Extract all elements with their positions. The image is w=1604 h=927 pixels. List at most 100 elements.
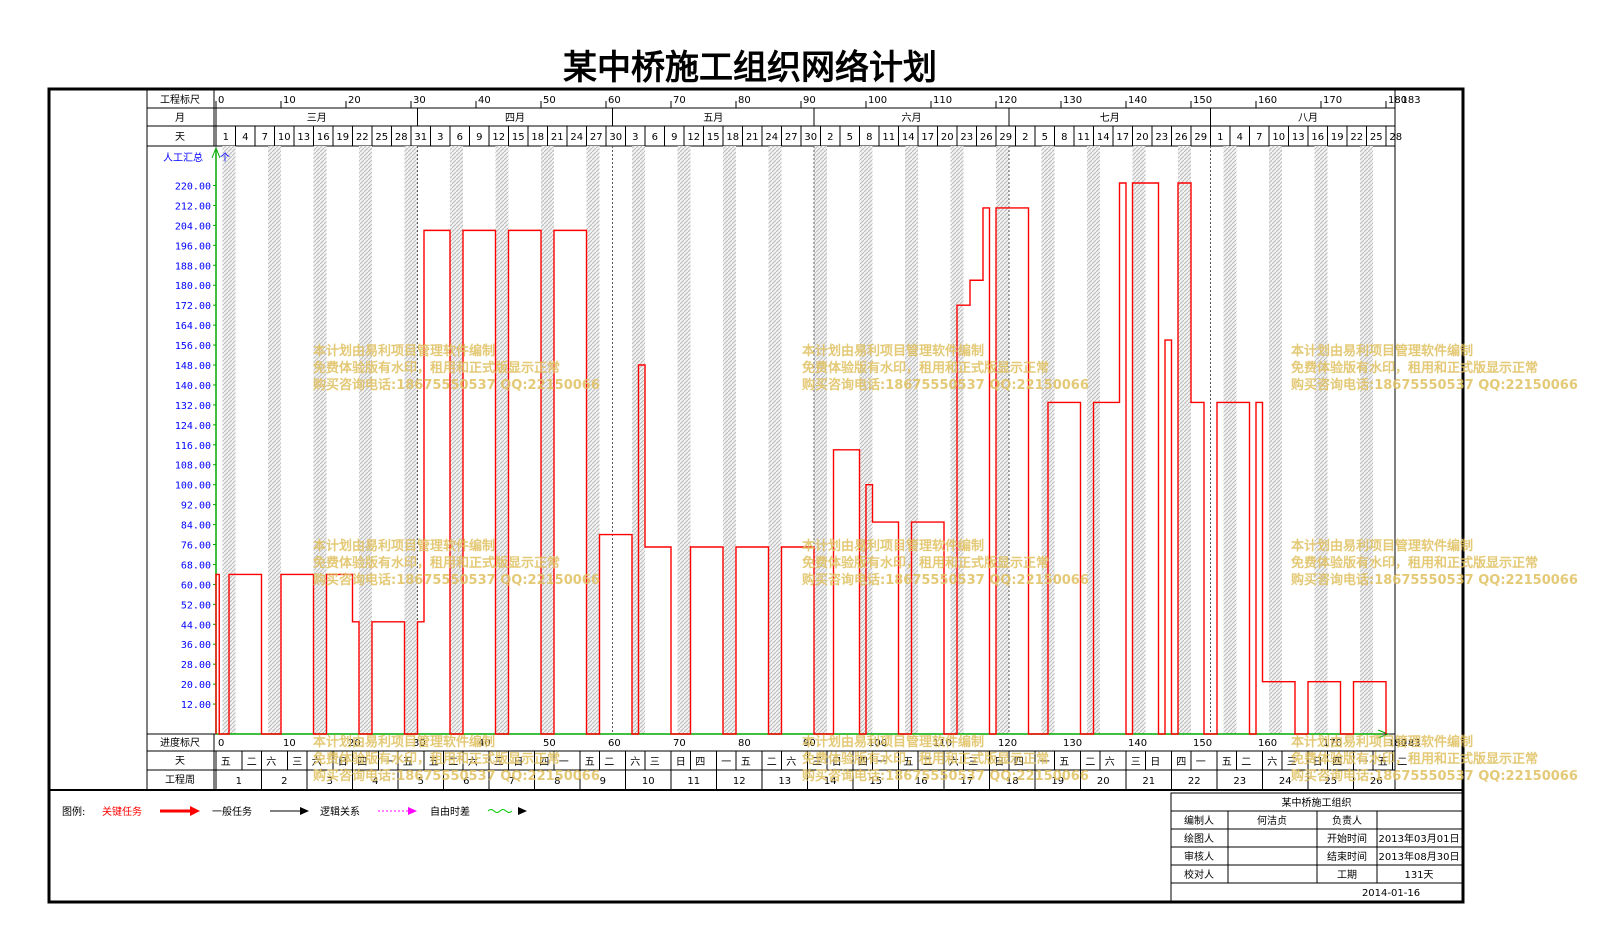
weekend-band: [411, 146, 418, 734]
weekday-label: 三: [1131, 757, 1141, 768]
day-label: 6: [652, 132, 658, 143]
watermark-text: 购买咨询电话:18675550537 QQ:22150066: [313, 377, 600, 393]
progress-tick-label: 60: [608, 738, 621, 749]
weekend-band: [1178, 146, 1185, 734]
legend-float-label: 自由时差: [430, 805, 470, 818]
title-block-editor-label: 编制人: [1184, 814, 1214, 827]
day-label: 29: [999, 132, 1012, 143]
day-label: 14: [902, 132, 915, 143]
watermark-text: 购买咨询电话:18675550537 QQ:22150066: [802, 377, 1089, 393]
scale-tick-label: 10: [283, 95, 296, 106]
progress-tick-label: 50: [543, 738, 556, 749]
weekday-label: 一: [559, 757, 569, 768]
y-tick-label: 84.00: [181, 521, 211, 532]
y-tick-label: 12.00: [181, 700, 211, 711]
day-label: 10: [1272, 132, 1285, 143]
day-label: 28: [395, 132, 408, 143]
week-number: 2: [281, 776, 287, 787]
title-block-heading: 某中桥施工组织: [1282, 796, 1352, 809]
y-tick-label: 180.00: [175, 281, 211, 292]
legend-prefix: 图例:: [62, 805, 85, 818]
week-number: 1: [236, 776, 242, 787]
weekend-band: [404, 146, 411, 734]
y-tick-label: 124.00: [175, 421, 211, 432]
day-label: 19: [1331, 132, 1344, 143]
scale-tick-label: 20: [348, 95, 361, 106]
day-label: 26: [980, 132, 993, 143]
weekend-band: [229, 146, 236, 734]
day-label: 15: [707, 132, 720, 143]
day-label: 24: [765, 132, 778, 143]
weekend-band: [274, 146, 281, 734]
watermark-text: 免费体验版有水印，租用和正式版显示正常: [313, 360, 560, 376]
day-label: 2: [827, 132, 833, 143]
title-block-duration-value: 131天: [1404, 870, 1433, 881]
weekend-band: [1139, 146, 1146, 734]
day-label: 2: [1022, 132, 1028, 143]
weekend-band: [359, 146, 366, 734]
day-label: 9: [671, 132, 677, 143]
watermark-text: 免费体验版有水印，租用和正式版显示正常: [802, 360, 1049, 376]
legend-general-label: 一般任务: [212, 805, 252, 818]
day-label: 4: [1237, 132, 1243, 143]
weekday-label: 六: [630, 756, 640, 768]
week-number: 24: [1279, 776, 1292, 787]
month-label: 五月: [703, 112, 723, 124]
weekend-band: [268, 146, 275, 734]
day-label: 26: [1175, 132, 1188, 143]
day-label: 12: [492, 132, 505, 143]
scale-tick-label: 0: [218, 95, 224, 106]
scale-tick-label: 40: [478, 95, 491, 106]
weekday-label: 二: [1085, 757, 1095, 768]
watermark-text: 免费体验版有水印，租用和正式版显示正常: [802, 751, 1049, 767]
day-label: 29: [1194, 132, 1207, 143]
day-label: 22: [356, 132, 369, 143]
y-tick-label: 92.00: [181, 501, 211, 512]
y-tick-label: 140.00: [175, 381, 211, 392]
watermark-text: 本计划由易利项目管理软件编制: [802, 343, 984, 359]
day-label: 8: [866, 132, 872, 143]
weekend-band: [1087, 146, 1094, 734]
weekend-band: [729, 146, 736, 734]
day-label: 17: [1116, 132, 1129, 143]
legend-general-arrow-icon: [300, 807, 309, 815]
watermark-text: 购买咨询电话:18675550537 QQ:22150066: [1291, 768, 1578, 784]
week-number: 23: [1233, 776, 1246, 787]
watermark-text: 本计划由易利项目管理软件编制: [802, 734, 984, 750]
weekend-band: [593, 146, 600, 734]
weekend-band: [950, 146, 957, 734]
scale-tick-label: 150: [1193, 95, 1212, 106]
day-label: 30: [609, 132, 622, 143]
week-number: 13: [778, 776, 791, 787]
y-tick-label: 220.00: [175, 182, 211, 193]
scale-tick-label: 110: [933, 95, 952, 106]
legend-critical-label: 关键任务: [102, 805, 142, 818]
week-number: 21: [1142, 776, 1155, 787]
legend-float-arrow-icon: [518, 807, 527, 815]
y-tick-label: 204.00: [175, 221, 211, 232]
day-label: 5: [847, 132, 853, 143]
weekend-band: [450, 146, 457, 734]
day-label: 12: [687, 132, 700, 143]
title-block-end-label: 结束时间: [1327, 850, 1367, 863]
progress-tick-label: 140: [1128, 738, 1147, 749]
weekday-label: 二: [247, 757, 257, 768]
weekend-band: [768, 146, 775, 734]
day-label: 28: [1389, 132, 1402, 143]
watermark-text: 购买咨询电话:18675550537 QQ:22150066: [802, 768, 1089, 784]
watermark-text: 购买咨询电话:18675550537 QQ:22150066: [1291, 572, 1578, 588]
day-label: 23: [960, 132, 973, 143]
weekday-label: 五: [741, 757, 751, 768]
non-working-day-shading: [222, 146, 1373, 734]
month-label: 三月: [307, 112, 327, 124]
weekday-label: 六: [266, 756, 276, 768]
y-tick-label: 188.00: [175, 261, 211, 272]
day-label: 4: [242, 132, 248, 143]
y-tick-label: 196.00: [175, 241, 211, 252]
weekday-label: 一: [721, 757, 731, 768]
weekend-band: [1223, 146, 1230, 734]
scale-tick-label: 140: [1128, 95, 1147, 106]
watermark-text: 免费体验版有水印，租用和正式版显示正常: [313, 555, 560, 571]
weekday-label: 二: [1241, 757, 1251, 768]
weekday-label: 四: [695, 757, 705, 768]
